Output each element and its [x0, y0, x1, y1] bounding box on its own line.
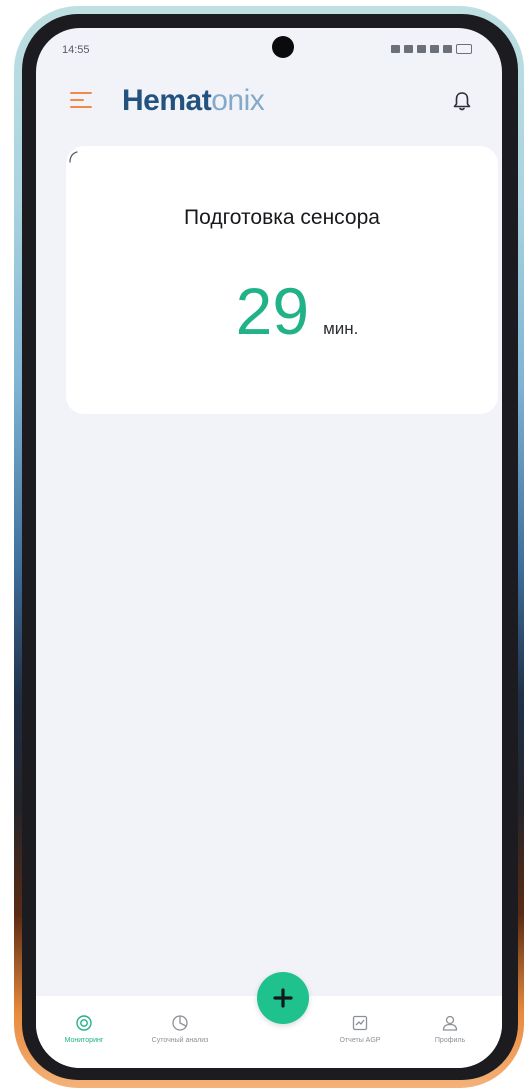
nav-item-monitoring[interactable]: Мониторинг: [36, 1014, 132, 1044]
nav-label-agp-reports: Отчеты АGP: [339, 1037, 381, 1044]
bottom-navigation: Мониторинг Суточный анализ Отчеты АGP Пр…: [36, 972, 502, 1068]
report-icon: [352, 1015, 368, 1031]
sensor-card-title: Подготовка сенсора: [184, 206, 380, 229]
sensor-countdown-unit: мин.: [323, 319, 359, 338]
target-icon: [76, 1015, 92, 1031]
battery-icon: [456, 44, 472, 54]
nav-label-monitoring: Мониторинг: [64, 1037, 104, 1044]
signal-2-status-icon: [443, 45, 452, 53]
brand-text-primary: Hemat: [122, 84, 212, 117]
notification-status-icon: [391, 45, 400, 53]
brand-logo: Hematonix: [122, 84, 265, 118]
sensor-countdown-value: 29: [235, 274, 310, 348]
chart-circle-icon: [172, 1015, 188, 1031]
app-header: Hematonix: [36, 80, 502, 126]
nav-item-agp-reports[interactable]: Отчеты АGP: [312, 1014, 408, 1044]
menu-icon[interactable]: [70, 90, 92, 110]
nav-item-daily-analysis[interactable]: Суточный анализ: [132, 1014, 228, 1044]
app-screen: 14:55 Hematonix Подготовка сенсора 29 ми…: [36, 28, 502, 1068]
nav-label-daily-analysis: Суточный анализ: [151, 1037, 209, 1044]
signal-status-icon: [430, 45, 439, 53]
wifi-status-icon: [417, 45, 426, 53]
status-icons: [391, 44, 472, 54]
plus-icon: [273, 988, 293, 1008]
nav-label-profile: Профиль: [434, 1037, 466, 1044]
user-icon: [442, 1015, 458, 1031]
bell-icon[interactable]: [452, 90, 472, 112]
brand-text-secondary: onix: [211, 84, 265, 117]
sensor-status-card: Подготовка сенсора 29 мин.: [66, 146, 498, 414]
sensor-countdown: 29 мин.: [66, 278, 498, 344]
bluetooth-status-icon: [404, 45, 413, 53]
nav-item-profile[interactable]: Профиль: [402, 1014, 498, 1044]
loading-spinner-icon: [68, 150, 82, 164]
add-button[interactable]: [257, 972, 309, 1024]
status-bar: 14:55: [36, 28, 502, 70]
device-stage: 14:55 Hematonix Подготовка сенсора 29 ми…: [0, 0, 527, 1092]
front-camera: [272, 36, 294, 58]
status-time: 14:55: [62, 44, 90, 56]
